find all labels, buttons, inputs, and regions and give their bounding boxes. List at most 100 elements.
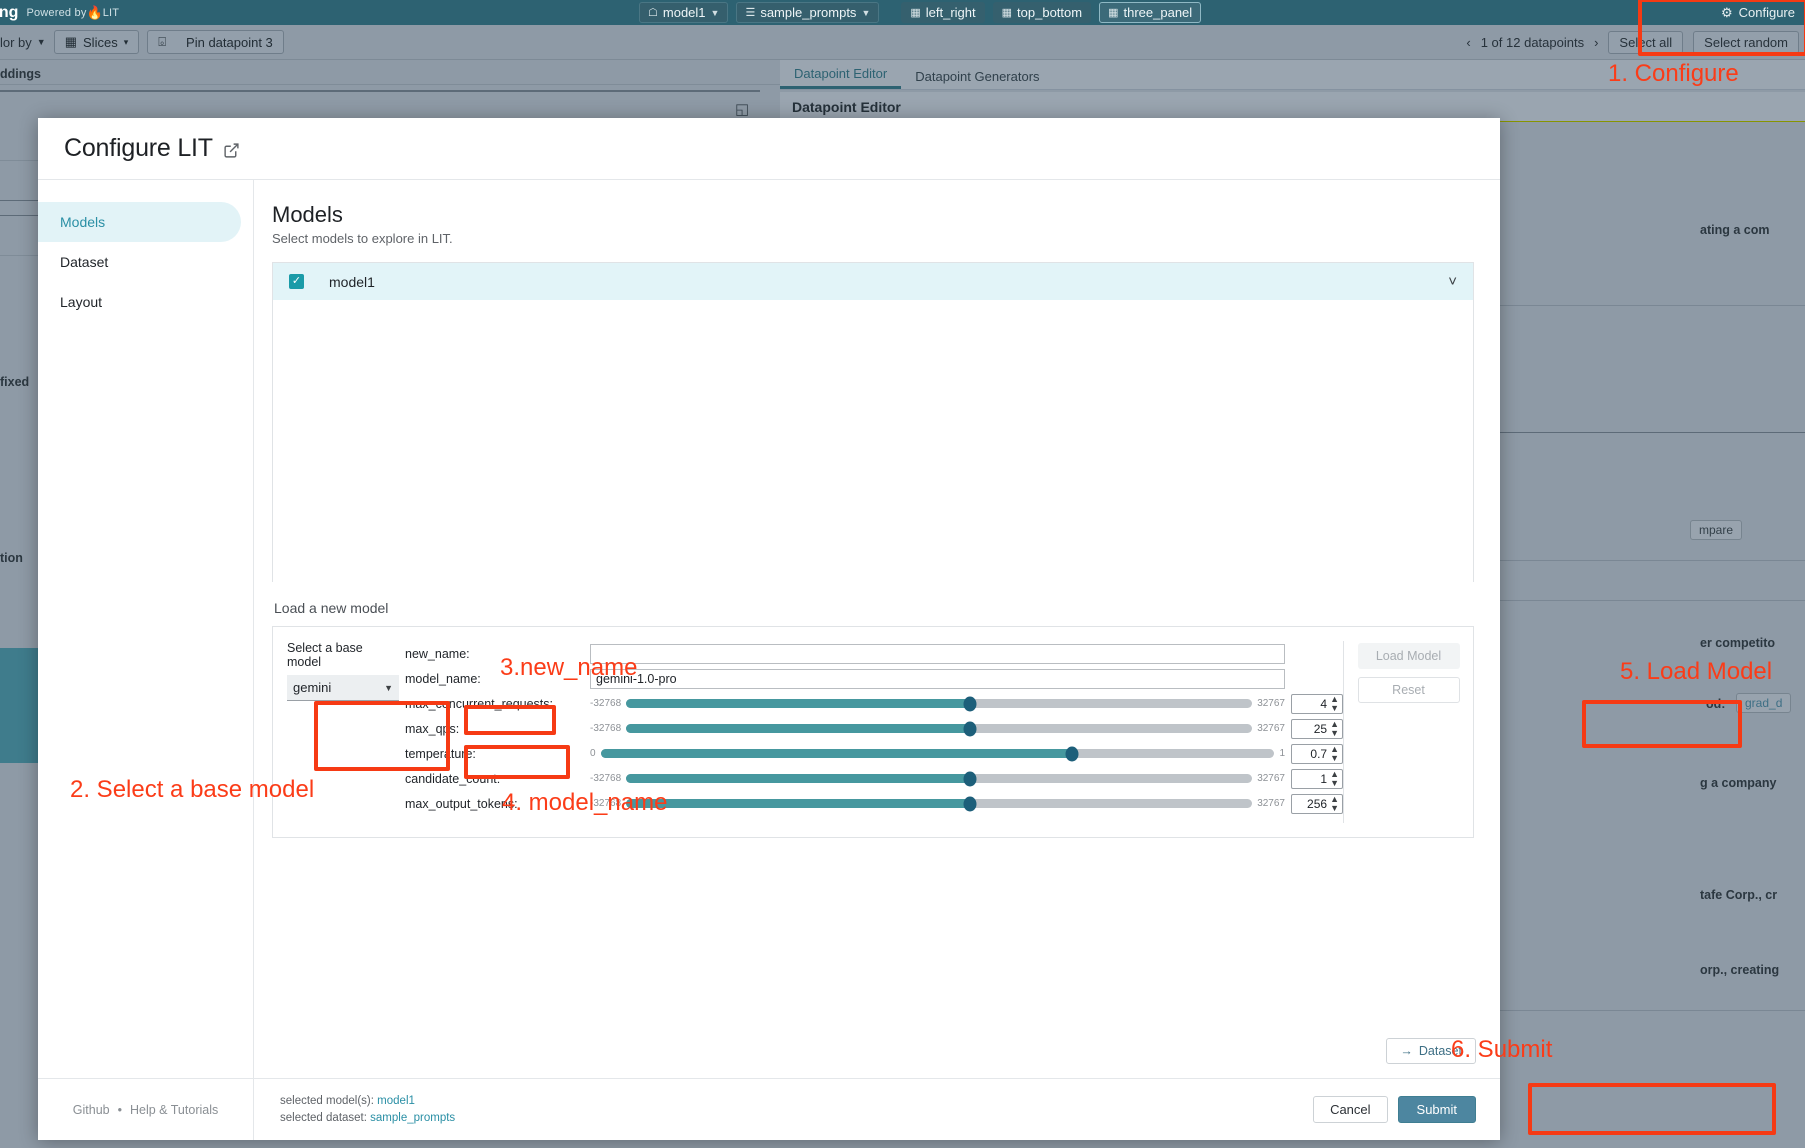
pin-datapoint-button[interactable]: ⌻ Pin datapoint 3 (147, 30, 284, 54)
select-all-button[interactable]: Select all (1608, 31, 1683, 54)
slider-track[interactable] (626, 799, 1252, 808)
model-checkbox[interactable]: ✓ (289, 274, 304, 289)
new-name-input[interactable] (590, 644, 1285, 664)
chevron-down-icon: ▾ (124, 37, 129, 48)
datapoint-counter: 1 of 12 datapoints (1481, 35, 1584, 50)
base-model-select[interactable]: gemini ▼ (287, 675, 399, 701)
model-list-item[interactable]: ✓ model1 ˅ (273, 263, 1473, 301)
slider-thumb[interactable] (1066, 746, 1079, 761)
footer-links: Github • Help & Tutorials (38, 1079, 254, 1140)
model-list: ✓ model1 ˅ (272, 262, 1474, 582)
app-toolbar: jing Powered by 🔥 LIT ☖ model1 ▼ ☰ sampl… (0, 0, 1805, 25)
base-model-label: Select a base model (287, 641, 393, 669)
slider-min-label: -32768 (590, 698, 621, 709)
select-random-button[interactable]: Select random (1693, 31, 1799, 54)
cancel-button[interactable]: Cancel (1313, 1096, 1387, 1123)
separator-dot: • (118, 1103, 122, 1117)
dataset-selector-chip[interactable]: ☰ sample_prompts ▼ (736, 2, 879, 23)
tab-datapoint-editor[interactable]: Datapoint Editor (780, 62, 901, 89)
bg-right-chip-value[interactable]: grad_d (1736, 693, 1791, 713)
chevron-down-icon: ▼ (861, 8, 870, 18)
sidebar-item-layout[interactable]: Layout (38, 282, 241, 322)
candidate-count-slider[interactable]: -32768 32767 (590, 773, 1285, 784)
chevron-down-icon: ▼ (711, 8, 720, 18)
layout-three-panel[interactable]: ▦ three_panel (1099, 2, 1201, 23)
stepper-icon[interactable]: ▲▼ (1330, 695, 1339, 713)
layout-top-bottom[interactable]: ▦ top_bottom (993, 2, 1091, 23)
next-datapoint-button[interactable]: › (1594, 35, 1598, 50)
bg-right-chip-label: od: (1706, 697, 1725, 711)
slices-label: Slices (83, 35, 118, 50)
slider-max-label: 1 (1279, 748, 1285, 759)
slider-thumb[interactable] (964, 696, 977, 711)
dialog-footer: Github • Help & Tutorials selected model… (38, 1078, 1500, 1140)
max-qps-number[interactable]: 25 ▲▼ (1291, 719, 1343, 739)
temperature-label: temperature: (405, 747, 590, 761)
max-concurrent-requests-number[interactable]: 4 ▲▼ (1291, 694, 1343, 714)
slider-track[interactable] (626, 774, 1252, 783)
stepper-icon[interactable]: ▲▼ (1330, 795, 1339, 813)
max-output-tokens-number[interactable]: 256 ▲▼ (1291, 794, 1343, 814)
configure-label: Configure (1739, 5, 1795, 20)
lit-label: LIT (103, 7, 120, 19)
slider-max-label: 32767 (1257, 798, 1285, 809)
slider-thumb[interactable] (964, 771, 977, 786)
selected-models-value: model1 (377, 1095, 415, 1107)
load-model-button[interactable]: Load Model (1358, 643, 1460, 669)
dataset-icon: ☰ (745, 6, 755, 19)
slider-fill (601, 749, 1073, 758)
chevron-down-icon: ▼ (37, 37, 46, 47)
sidebar-item-label: Dataset (60, 254, 108, 270)
app-subbar: lor by ▼ ▦ Slices ▾ ⌻ Pin datapoint 3 ‹ … (0, 25, 1805, 60)
candidate-count-number[interactable]: 1 ▲▼ (1291, 769, 1343, 789)
slider-fill (626, 774, 970, 783)
reset-button[interactable]: Reset (1358, 677, 1460, 703)
expand-icon[interactable]: ◱ (735, 100, 749, 118)
bg-right-note-5: orp., creating (1700, 963, 1779, 977)
grid-icon: ▦ (1108, 6, 1118, 19)
bg-compare-button[interactable]: mpare (1690, 520, 1742, 540)
slider-track[interactable] (601, 749, 1275, 758)
sidebar-item-models[interactable]: Models (38, 202, 241, 242)
slider-track[interactable] (626, 724, 1252, 733)
help-tutorials-link[interactable]: Help & Tutorials (130, 1103, 218, 1117)
external-link-icon[interactable] (223, 142, 240, 159)
model-name-input[interactable]: gemini-1.0-pro (590, 669, 1285, 689)
configure-button[interactable]: ⚙ Configure (1721, 5, 1795, 21)
app-logo: jing (0, 4, 26, 22)
selected-dataset-label: selected dataset: (280, 1112, 367, 1124)
slider-max-label: 32767 (1257, 723, 1285, 734)
tab-datapoint-generators[interactable]: Datapoint Generators (901, 65, 1053, 89)
grid-icon: ▦ (1002, 6, 1012, 19)
annotation-label-3: 3.new_name (500, 654, 637, 682)
max-qps-slider[interactable]: -32768 32767 (590, 723, 1285, 734)
layout-left-right[interactable]: ▦ left_right (901, 2, 984, 23)
color-by-control[interactable]: lor by ▼ (0, 35, 46, 50)
sidebar-item-dataset[interactable]: Dataset (38, 242, 241, 282)
color-by-label: lor by (0, 35, 32, 50)
model-icon: ☖ (648, 6, 658, 19)
github-link[interactable]: Github (73, 1103, 110, 1117)
stepper-icon[interactable]: ▲▼ (1330, 745, 1339, 763)
slices-button[interactable]: ▦ Slices ▾ (54, 30, 140, 54)
stepper-icon[interactable]: ▲▼ (1330, 770, 1339, 788)
sidebar-item-label: Models (60, 214, 105, 230)
bg-left-tab-label: ddings (0, 67, 41, 81)
base-model-value: gemini (293, 680, 384, 695)
max-concurrent-requests-slider[interactable]: -32768 32767 (590, 698, 1285, 709)
slider-thumb[interactable] (964, 796, 977, 811)
slider-thumb[interactable] (964, 721, 977, 736)
prev-datapoint-button[interactable]: ‹ (1466, 35, 1470, 50)
temperature-number[interactable]: 0.7 ▲▼ (1291, 744, 1343, 764)
field-row-max-qps: max_qps: -32768 32767 25 ▲▼ (405, 716, 1343, 741)
footer-selection-summary: selected model(s): model1 selected datas… (254, 1093, 455, 1126)
bg-right-note-4: tafe Corp., cr (1700, 888, 1777, 902)
max-output-tokens-slider[interactable]: -32768 32767 (590, 798, 1285, 809)
slider-track[interactable] (626, 699, 1252, 708)
number-value: 1 (1320, 772, 1327, 786)
stepper-icon[interactable]: ▲▼ (1330, 720, 1339, 738)
chevron-down-icon[interactable]: ˅ (1448, 273, 1457, 290)
temperature-slider[interactable]: 0 1 (590, 748, 1285, 759)
submit-button[interactable]: Submit (1398, 1096, 1476, 1123)
model-selector-chip[interactable]: ☖ model1 ▼ (639, 2, 728, 23)
